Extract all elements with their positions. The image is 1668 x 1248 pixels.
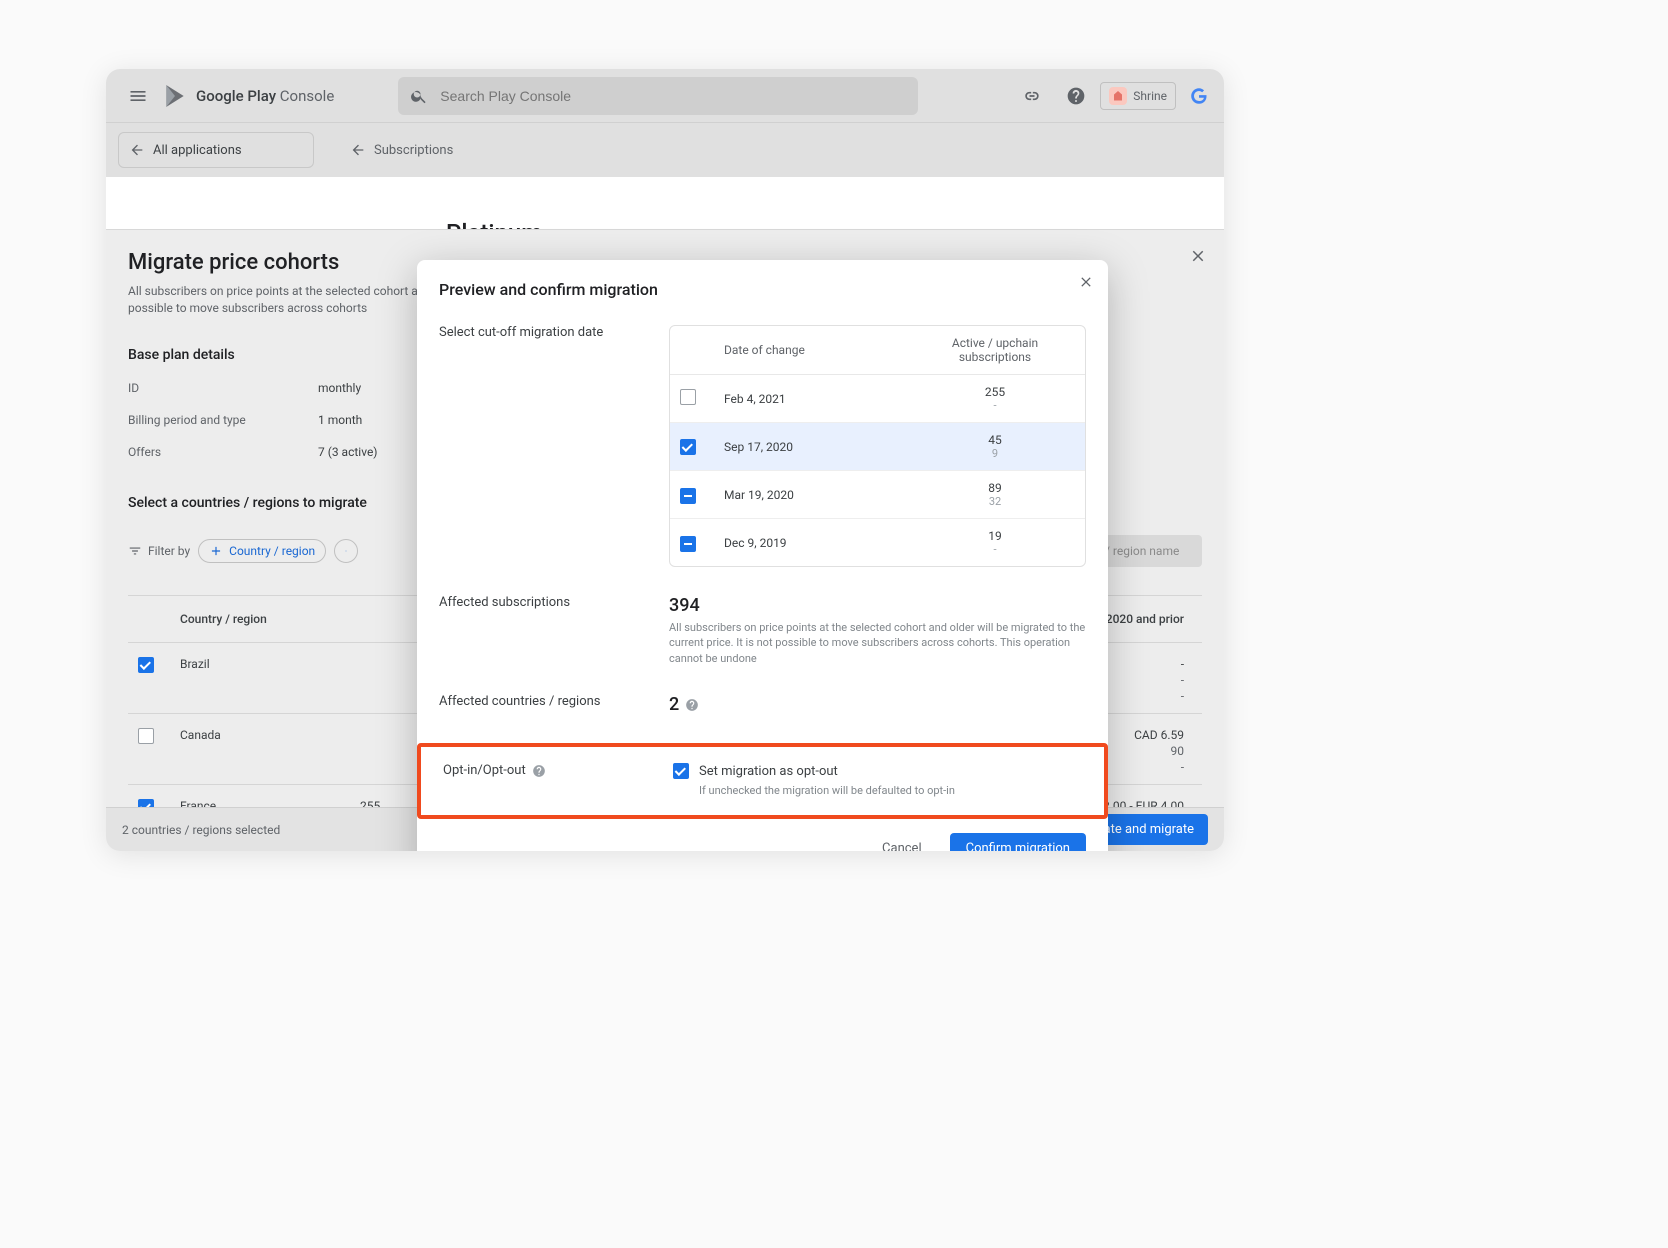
date-subcount: - [993, 543, 996, 556]
appbar-actions: Shrine [1012, 76, 1212, 116]
brand-text-a: Google Play [196, 87, 276, 105]
modal-title: Preview and confirm migration [439, 280, 1086, 299]
modal-actions: Cancel Confirm migration [439, 833, 1086, 851]
search-bar[interactable] [398, 77, 918, 115]
search-icon [410, 87, 428, 105]
plus-icon [209, 544, 223, 558]
date-row[interactable]: Dec 9, 2019 19- [670, 519, 1085, 566]
breadcrumb[interactable]: Subscriptions [350, 142, 453, 158]
date-subcount: - [993, 399, 996, 412]
opt-out-desc: If unchecked the migration will be defau… [699, 783, 1082, 798]
modal-cancel-button[interactable]: Cancel [870, 835, 934, 851]
label-opt: Opt-in/Opt-out [443, 763, 653, 778]
app-window: Google Play Console Shrine [106, 69, 1224, 851]
help-icon[interactable] [1056, 76, 1096, 116]
label-affected-regions: Affected countries / regions [439, 694, 649, 709]
country-name: Canada [180, 728, 360, 742]
kv-id-label: ID [128, 381, 268, 395]
filter-chip-add[interactable] [334, 539, 358, 563]
all-applications-label: All applications [153, 143, 242, 158]
help-icon[interactable] [685, 698, 699, 712]
date-value: Dec 9, 2019 [724, 536, 915, 550]
date-count: 255 [985, 385, 1005, 399]
close-page-icon[interactable] [1184, 242, 1212, 270]
country-name: Brazil [180, 657, 360, 671]
account-avatar[interactable] [1186, 83, 1212, 109]
kv-offers-label: Offers [128, 445, 268, 459]
plus-icon [345, 544, 347, 558]
shrine-app-icon [1109, 87, 1127, 105]
date-subcount: 9 [992, 447, 998, 460]
col-date: Date of change [724, 343, 915, 357]
help-icon[interactable] [532, 764, 546, 778]
preview-confirm-modal: Preview and confirm migration Select cut… [417, 260, 1108, 851]
app-selector[interactable]: Shrine [1100, 82, 1176, 110]
filter-chip-region[interactable]: Country / region [198, 539, 326, 563]
app-bar: Google Play Console Shrine [106, 69, 1224, 123]
confirm-migration-button[interactable]: Confirm migration [950, 833, 1086, 851]
menu-icon[interactable] [118, 76, 158, 116]
date-table: Date of change Active / upchain subscrip… [669, 325, 1086, 567]
date-subcount: 32 [989, 495, 1001, 508]
search-input[interactable] [440, 88, 906, 104]
filter-icon [128, 544, 142, 558]
date-value: Mar 19, 2020 [724, 488, 915, 502]
date-checkbox[interactable] [680, 389, 696, 405]
date-row[interactable]: Sep 17, 2020 459 [670, 423, 1085, 471]
value-affected-regions: 2 [669, 694, 679, 715]
date-checkbox[interactable] [680, 488, 696, 504]
row-checkbox[interactable] [138, 728, 154, 744]
kv-billing-value: 1 month [318, 413, 362, 427]
opt-out-label: Set migration as opt-out [699, 764, 838, 779]
value-affected-subs: 394 [669, 595, 1086, 616]
brand: Google Play Console [162, 83, 334, 109]
link-icon[interactable] [1012, 76, 1052, 116]
date-row[interactable]: Mar 19, 2020 8932 [670, 471, 1085, 519]
close-modal-icon[interactable] [1078, 274, 1094, 294]
selection-count: 2 countries / regions selected [122, 823, 280, 837]
date-row[interactable]: Feb 4, 2021 255- [670, 375, 1085, 423]
date-count: 89 [988, 481, 1002, 495]
breadcrumb-label: Subscriptions [374, 143, 453, 158]
date-value: Sep 17, 2020 [724, 440, 915, 454]
play-logo-icon [162, 83, 188, 109]
brand-text-b: Console [280, 87, 335, 105]
opt-in-out-highlight: Opt-in/Opt-out Set migration as opt-out … [417, 743, 1108, 818]
kv-id-value: monthly [318, 381, 361, 395]
date-checkbox[interactable] [680, 536, 696, 552]
filter-by-label: Filter by [128, 544, 190, 558]
arrow-back-icon [350, 142, 366, 158]
kv-billing-label: Billing period and type [128, 413, 268, 427]
label-select-date: Select cut-off migration date [439, 325, 649, 340]
shrine-label: Shrine [1133, 89, 1167, 103]
kv-offers-value: 7 (3 active) [318, 445, 377, 459]
label-affected-subs: Affected subscriptions [439, 595, 649, 610]
opt-out-checkbox[interactable] [673, 763, 689, 779]
date-count: 19 [988, 529, 1002, 543]
arrow-back-icon [129, 142, 145, 158]
col-country: Country / region [180, 612, 360, 626]
all-applications-button[interactable]: All applications [118, 132, 314, 168]
col-active-subs: Active / upchain subscriptions [915, 336, 1075, 364]
desc-affected-subs: All subscribers on price points at the s… [669, 620, 1086, 666]
row-checkbox[interactable] [138, 657, 154, 673]
sub-bar: All applications Subscriptions [106, 123, 1224, 177]
date-checkbox[interactable] [680, 439, 696, 455]
date-count: 45 [988, 433, 1002, 447]
date-value: Feb 4, 2021 [724, 392, 915, 406]
